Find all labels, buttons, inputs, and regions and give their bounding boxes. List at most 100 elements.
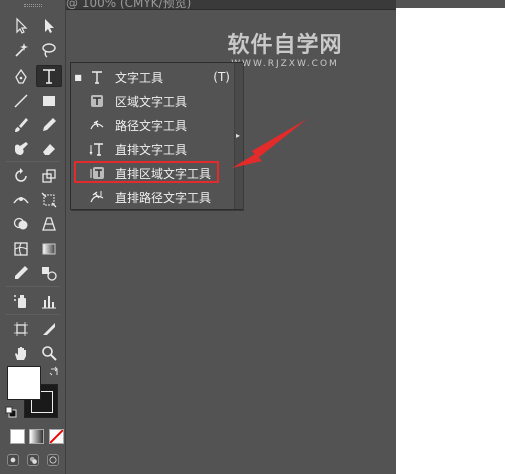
none-mode-button[interactable] [49,429,64,444]
line-segment-tool[interactable] [8,90,34,112]
mesh-icon [14,242,28,256]
document-tab-title: @ 100% (CMYK/预览) [66,0,192,10]
direct-selection-arrow-icon [45,19,54,33]
blob-brush-icon [15,142,28,155]
blend-icon [42,267,57,281]
vertical-type-on-path-icon [85,189,109,205]
area-type-icon [85,93,109,109]
draw-inside-icon [47,454,59,466]
rotate-icon [15,168,27,182]
flyout-item-shortcut: (T) [213,70,230,84]
draw-behind-button[interactable] [24,451,42,469]
flyout-item-type-on-path-tool[interactable]: 路径文字工具 [71,113,234,137]
vertical-type-icon [85,141,109,157]
lasso-tool[interactable] [36,39,62,61]
color-mode-button[interactable] [10,429,25,444]
panel-grip[interactable] [24,4,42,7]
magic-wand-icon [15,43,28,57]
artboard-tool[interactable] [8,318,34,340]
line-segment-icon [14,94,28,108]
draw-normal-button[interactable] [4,451,22,469]
shape-builder-icon [13,217,28,230]
flyout-item-type-tool[interactable]: ■ 文字工具 (T) [71,65,234,89]
zoom-tool[interactable] [36,342,62,364]
perspective-grid-tool[interactable] [36,213,62,235]
flyout-item-vertical-type-tool[interactable]: 直排文字工具 [71,137,234,161]
direct-selection-tool[interactable] [36,15,62,37]
default-fill-stroke-icon[interactable] [5,406,17,421]
gradient-tool[interactable] [36,238,62,260]
selection-arrow-icon [16,17,28,34]
swap-fill-stroke-icon[interactable] [49,366,59,379]
type-on-path-icon [85,117,109,133]
flyout-item-label: 直排文字工具 [115,142,188,157]
slice-tool[interactable] [36,318,62,340]
tools-separator [6,314,60,315]
scale-icon [42,169,56,183]
none-slash-icon [50,430,63,443]
flyout-item-area-type-tool[interactable]: 区域文字工具 [71,89,234,113]
annotation-highlight-box [74,161,219,183]
draw-behind-icon [27,454,39,466]
eraser-icon [43,144,55,155]
lasso-icon [42,43,56,58]
flyout-item-vertical-type-on-path-tool[interactable]: 直排路径文字工具 [71,185,234,209]
type-tool[interactable] [36,65,62,87]
flyout-item-label: 直排路径文字工具 [115,190,212,205]
document-tab[interactable]: @ 100% (CMYK/预览) [66,0,396,10]
tools-panel [0,0,66,474]
gradient-icon [42,243,56,255]
blob-brush-tool[interactable] [8,138,34,160]
draw-normal-icon [7,454,19,466]
gradient-mode-button[interactable] [29,429,44,444]
fill-color-swatch[interactable] [7,366,41,400]
tools-separator [6,286,60,287]
pencil-icon [43,118,56,131]
width-tool[interactable] [8,189,34,211]
pencil-tool[interactable] [36,114,62,136]
artboard[interactable] [396,8,505,474]
draw-inside-button[interactable] [44,451,62,469]
column-graph-tool[interactable] [36,290,62,312]
hand-tool[interactable] [8,342,34,364]
eraser-tool[interactable] [36,138,62,160]
magic-wand-tool[interactable] [8,39,34,61]
watermark-title: 软件自学网 [227,33,343,58]
free-transform-icon [41,192,57,208]
slice-knife-icon [43,323,55,335]
pen-nib-icon [15,68,27,84]
paintbrush-tool[interactable] [8,114,34,136]
symbol-sprayer-tool[interactable] [8,290,34,312]
rotate-tool[interactable] [8,165,34,187]
symbol-sprayer-icon [14,295,26,308]
width-icon [13,197,29,204]
scale-tool[interactable] [36,165,62,187]
mesh-tool[interactable] [8,238,34,260]
type-t-icon [43,69,55,84]
selection-tool[interactable] [8,15,34,37]
workspace: @ 100% (CMYK/预览) 软件自学网 WWW.RJZXW.COM ■ 文… [0,0,505,474]
eyedropper-icon [15,266,28,279]
shape-builder-tool[interactable] [8,213,34,235]
artboard-icon [14,322,28,336]
flyout-item-label: 文字工具 [115,70,164,85]
tools-separator [6,161,60,162]
type-icon [85,69,109,85]
perspective-grid-icon [42,217,56,231]
zoom-magnifier-icon [42,346,57,361]
flyout-item-label: 路径文字工具 [115,118,188,133]
type-tools-flyout: ■ 文字工具 (T) 区域文字工具 路径文字工具 直排文字工具 直排区域文字工具… [70,62,243,210]
rectangle-tool[interactable] [36,90,62,112]
rectangle-icon [43,96,55,106]
free-transform-tool[interactable] [36,189,62,211]
eyedropper-tool[interactable] [8,262,34,284]
flyout-item-label: 区域文字工具 [115,94,188,109]
flyout-tearoff-button[interactable]: ▸ [234,63,243,209]
column-graph-icon [42,296,56,309]
checked-indicator: ■ [74,72,82,82]
pen-tool[interactable] [8,66,34,88]
paintbrush-icon [15,118,28,132]
blend-tool[interactable] [36,262,62,284]
tearoff-arrow-icon: ▸ [236,131,241,140]
hand-icon [15,347,26,360]
